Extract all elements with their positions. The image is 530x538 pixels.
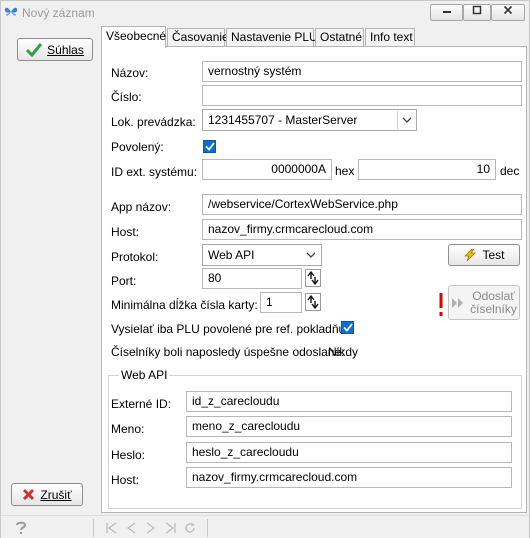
dialog-window: Nový záznam Súhlas Zrušiť Všeobecné Časo…: [0, 0, 530, 538]
api-host-input[interactable]: nazov_firmy.crmcarecloud.com: [186, 467, 512, 488]
test-button[interactable]: Test: [448, 244, 520, 266]
close-icon: [503, 5, 513, 15]
test-label: Test: [482, 248, 505, 262]
protocol-select[interactable]: Web API: [202, 244, 322, 266]
tab-info-text[interactable]: Info text: [365, 28, 415, 47]
status-separator: [93, 519, 94, 537]
extid-label: ID ext. systému:: [111, 165, 198, 179]
send-codelists-label: Odoslať číselníky: [470, 288, 517, 316]
name-input[interactable]: vernostný systém: [202, 61, 522, 82]
hex-label: hex: [335, 164, 355, 178]
status-separator: [207, 519, 208, 537]
password-input[interactable]: heslo_z_carecloudu: [186, 442, 512, 463]
enabled-checkbox[interactable]: [203, 140, 216, 153]
port-input[interactable]: 80: [202, 268, 302, 289]
web-api-title: Web API: [119, 368, 170, 382]
confirm-label: Súhlas: [47, 42, 84, 57]
extid-hex-input[interactable]: 0000000A: [202, 159, 332, 180]
double-chevron-icon: [452, 297, 464, 308]
chevron-down-icon: [402, 117, 411, 123]
store-select-value: 1231455707 - MasterServer: [208, 113, 358, 127]
min-card-length-label: Minimálna dĺžka čísla karty:: [111, 298, 258, 312]
host-input[interactable]: nazov_firmy.crmcarecloud.com: [202, 219, 522, 240]
cancel-button[interactable]: Zrušiť: [11, 483, 83, 506]
maximize-icon: [472, 5, 482, 15]
title-bar: Nový záznam: [1, 1, 529, 25]
protocol-label: Protokol:: [111, 250, 159, 264]
last-sent-value: Nikdy: [328, 345, 359, 359]
spin-arrows-icon: [305, 269, 321, 287]
store-label: Lok. prevádzka:: [111, 115, 196, 129]
tab-general[interactable]: Všeobecné: [101, 26, 166, 48]
status-bar: [1, 515, 529, 538]
check-icon: [342, 323, 353, 332]
protocol-dropdown-button[interactable]: [302, 246, 320, 264]
butterfly-icon: [4, 7, 18, 16]
next-record-icon[interactable]: [145, 522, 157, 534]
password-label: Heslo:: [111, 448, 146, 462]
username-input[interactable]: meno_z_carecloudu: [186, 416, 512, 437]
store-select[interactable]: 1231455707 - MasterServer: [202, 109, 417, 131]
maximize-button[interactable]: [463, 4, 491, 21]
close-button[interactable]: [491, 4, 525, 21]
extid-dec-input[interactable]: 10: [358, 159, 496, 180]
send-codelists-line2: číselníky: [470, 301, 517, 316]
enabled-label: Povolený:: [111, 140, 164, 154]
send-plu-label: Vysielať iba PLU povolené pre ref. pokla…: [111, 322, 349, 336]
protocol-select-value: Web API: [208, 248, 255, 262]
dec-label: dec: [500, 164, 520, 178]
minimize-button[interactable]: [430, 4, 463, 21]
external-id-input[interactable]: id_z_carecloudu: [186, 391, 512, 412]
exclamation-icon: [439, 293, 443, 316]
spin-arrows-icon: [305, 293, 321, 311]
min-card-length-spinner[interactable]: [304, 292, 322, 312]
number-label: Číslo:: [111, 90, 142, 104]
number-input[interactable]: [202, 85, 522, 106]
username-label: Meno:: [111, 422, 145, 436]
web-api-group: Web API Externé ID: id_z_carecloudu Meno…: [108, 368, 522, 509]
x-icon: [23, 488, 35, 501]
general-tab-panel: Názov: vernostný systém Číslo: Lok. prev…: [101, 46, 527, 513]
tab-timing[interactable]: Časovanie: [167, 28, 229, 47]
last-sent-label: Číselníky boli naposledy úspešne odoslan…: [111, 345, 345, 359]
app-name-input[interactable]: /webservice/CortexWebService.php: [202, 194, 522, 215]
send-plu-checkbox[interactable]: [341, 321, 354, 334]
port-spinner[interactable]: [304, 268, 322, 288]
previous-record-icon[interactable]: [125, 522, 137, 534]
refresh-icon[interactable]: [184, 522, 196, 534]
port-label: Port:: [111, 274, 137, 288]
action-panel: Súhlas Zrušiť: [3, 25, 97, 513]
app-name-label: App názov:: [111, 200, 172, 214]
checkmark-icon: [26, 42, 43, 57]
first-record-icon[interactable]: [105, 522, 117, 534]
host-label: Host:: [111, 225, 140, 239]
tab-plu-settings[interactable]: Nastavenie PLU: [226, 28, 318, 47]
send-codelists-line1: Odoslať: [472, 288, 515, 303]
external-id-label: Externé ID:: [111, 397, 172, 411]
min-card-length-input[interactable]: 1: [260, 292, 302, 313]
api-host-label: Host:: [111, 473, 140, 487]
help-icon[interactable]: [15, 521, 27, 535]
send-codelists-button[interactable]: Odoslať číselníky: [448, 285, 520, 320]
name-label: Názov:: [111, 66, 149, 80]
last-record-icon[interactable]: [165, 522, 177, 534]
store-dropdown-button[interactable]: [397, 111, 415, 129]
cancel-label: Zrušiť: [40, 487, 72, 502]
window-title: Nový záznam: [22, 6, 95, 20]
chevron-down-icon: [306, 252, 316, 258]
confirm-button[interactable]: Súhlas: [17, 38, 93, 61]
tab-other[interactable]: Ostatné: [315, 28, 364, 47]
lightning-icon: [464, 249, 477, 261]
minimize-icon: [442, 11, 451, 13]
check-icon: [204, 142, 215, 151]
